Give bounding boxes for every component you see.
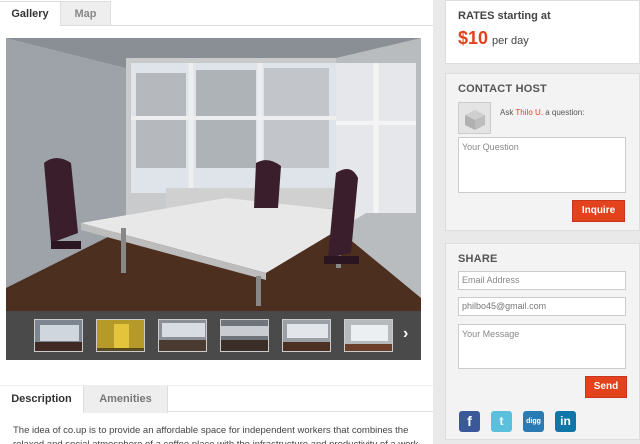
thumbnail-5[interactable] <box>282 319 331 352</box>
email-field[interactable]: Email Address <box>458 271 626 290</box>
sender-email-field[interactable]: philbo45@gmail.com <box>458 297 626 316</box>
ask-prefix: Ask <box>500 108 514 117</box>
thumbnail-2[interactable] <box>96 319 145 352</box>
digg-icon[interactable]: digg <box>523 411 544 432</box>
share-panel: SHARE Email Address philbo45@gmail.com Y… <box>445 243 640 440</box>
twitter-icon[interactable]: t <box>491 411 512 432</box>
thumbnail-6[interactable] <box>344 319 393 352</box>
gallery-tabs: Gallery Map <box>0 0 433 26</box>
ask-suffix: a question: <box>545 108 585 117</box>
rates-title: RATES starting at <box>458 10 551 22</box>
share-title: SHARE <box>458 253 498 265</box>
office-room-photo <box>6 38 421 311</box>
rates-panel: RATES starting at $10 per day <box>445 0 640 64</box>
tab-gallery[interactable]: Gallery <box>0 1 61 26</box>
thumbnail-strip: › <box>6 311 421 360</box>
facebook-icon[interactable]: f <box>459 411 480 432</box>
tab-amenities[interactable]: Amenities <box>84 386 168 413</box>
thumbnail-1[interactable] <box>34 319 83 352</box>
cube-icon <box>465 110 485 130</box>
rates-price: $10 <box>458 28 489 48</box>
main-photo[interactable] <box>6 38 421 311</box>
description-text: The idea of co.up is to provide an affor… <box>13 425 418 444</box>
host-name-link[interactable]: Thilo U. <box>515 108 543 117</box>
send-button[interactable]: Send <box>585 376 627 398</box>
avatar[interactable] <box>458 102 491 134</box>
inquire-button[interactable]: Inquire <box>572 200 625 222</box>
contact-host-panel: CONTACT HOST Ask Thilo U. a question: Yo… <box>445 73 640 231</box>
sidebar: RATES starting at $10 per day CONTACT HO… <box>433 0 640 444</box>
chevron-right-icon[interactable]: › <box>403 325 408 343</box>
thumbnail-4[interactable] <box>220 319 269 352</box>
tab-description[interactable]: Description <box>0 386 84 413</box>
listing-main: Gallery Map › Description Amenities The … <box>0 0 433 444</box>
thumbnail-3[interactable] <box>158 319 207 352</box>
question-textarea[interactable]: Your Question <box>458 137 626 193</box>
description-tabs: Description Amenities <box>0 385 433 413</box>
linkedin-icon[interactable]: in <box>555 411 576 432</box>
rates-unit: per day <box>492 35 529 47</box>
photo-gallery: › <box>6 38 421 360</box>
ask-host-line: Ask Thilo U. a question: <box>500 108 584 117</box>
tab-map[interactable]: Map <box>60 1 111 26</box>
contact-title: CONTACT HOST <box>458 83 547 95</box>
message-textarea[interactable]: Your Message <box>458 324 626 369</box>
